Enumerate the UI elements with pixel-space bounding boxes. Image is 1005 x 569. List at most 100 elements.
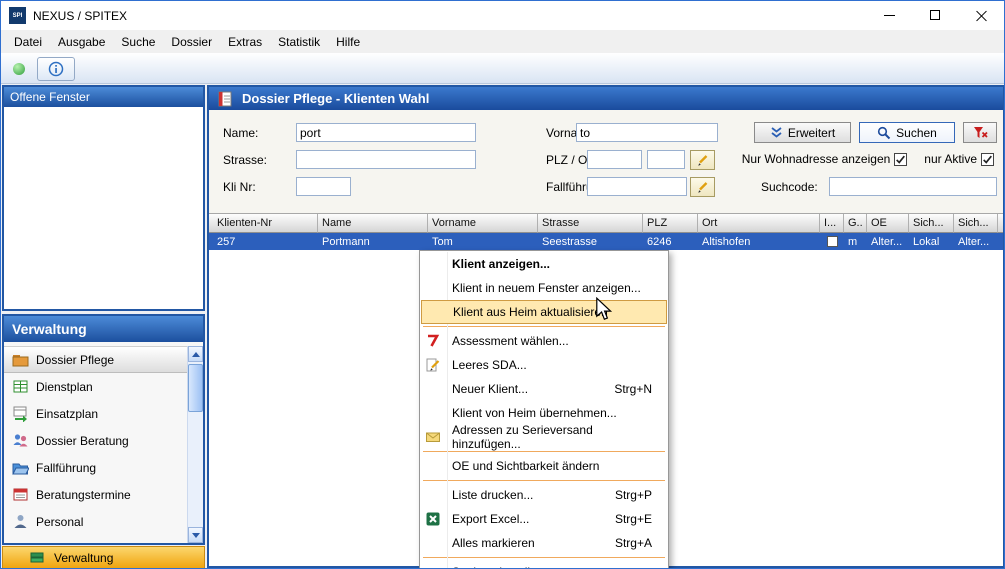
cell-oe: Alter... xyxy=(867,233,909,250)
menu-item-klient-anzeigen[interactable]: Klient anzeigen... xyxy=(420,252,668,276)
scroll-down-button[interactable] xyxy=(188,527,203,543)
menu-item-leeres-sda[interactable]: Leeres SDA... xyxy=(420,353,668,377)
erweitert-button[interactable]: Erweitert xyxy=(754,122,851,143)
vorname-input[interactable] xyxy=(576,123,718,142)
col-plz[interactable]: PLZ xyxy=(643,214,698,233)
menu-item-label: Liste drucken... xyxy=(452,488,533,502)
menu-hilfe[interactable]: Hilfe xyxy=(328,30,368,53)
fallfuehrung-input[interactable] xyxy=(587,177,687,196)
plz-input[interactable] xyxy=(587,150,642,169)
menu-item-alles-markieren[interactable]: Alles markieren Strg+A xyxy=(420,531,668,555)
strasse-input[interactable] xyxy=(296,150,476,169)
wohnadresse-checkbox[interactable] xyxy=(894,153,907,166)
verwaltung-scrollbar[interactable] xyxy=(187,346,203,543)
col-sich-1[interactable]: Sich... xyxy=(909,214,954,233)
col-g[interactable]: G.. xyxy=(844,214,867,233)
row-checkbox[interactable] xyxy=(827,236,838,247)
ort-input[interactable] xyxy=(647,150,685,169)
suchen-button[interactable]: Suchen xyxy=(859,122,955,143)
sidebar-item-label: Beratungstermine xyxy=(36,488,131,502)
assessment-icon xyxy=(425,333,441,349)
info-button[interactable] xyxy=(37,57,75,81)
kli-nr-label: Kli Nr: xyxy=(223,180,256,194)
menu-item-liste-drucken[interactable]: Liste drucken... Strg+P xyxy=(420,483,668,507)
nur-aktive-checkbox[interactable] xyxy=(981,153,994,166)
menu-item-oe-sichtbarkeit[interactable]: OE und Sichtbarkeit ändern xyxy=(420,454,668,478)
sidebar-item-beratungstermine[interactable]: Beratungstermine xyxy=(4,481,187,508)
info-icon xyxy=(48,61,64,77)
sidebar-item-label: Dossier Beratung xyxy=(36,434,129,448)
menu-item-assessment-waehlen[interactable]: Assessment wählen... xyxy=(420,329,668,353)
sidebar-item-dienstplan[interactable]: Dienstplan xyxy=(4,373,187,400)
fallfuehrung-edit-button[interactable] xyxy=(690,177,715,197)
scroll-thumb[interactable] xyxy=(188,364,203,412)
clear-filter-button[interactable] xyxy=(963,122,997,143)
cell-klienten-nr: 257 xyxy=(213,233,318,250)
name-input[interactable] xyxy=(296,123,476,142)
menu-item-export-excel[interactable]: Export Excel... Strg+E xyxy=(420,507,668,531)
plz-lookup-button[interactable] xyxy=(690,150,715,170)
strasse-label: Strasse: xyxy=(223,153,267,167)
minimize-button[interactable] xyxy=(866,1,912,29)
excel-icon xyxy=(425,511,441,527)
menu-item-neuer-klient[interactable]: Neuer Klient... Strg+N xyxy=(420,377,668,401)
cell-g: m xyxy=(844,233,867,250)
sidebar-item-dossier-beratung[interactable]: Dossier Beratung xyxy=(4,427,187,454)
menu-extras[interactable]: Extras xyxy=(220,30,270,53)
menu-shortcut: Strg+P xyxy=(615,488,662,502)
menu-item-adressen-serieversand[interactable]: Adressen zu Serieversand hinzufügen... xyxy=(420,425,668,449)
scroll-up-button[interactable] xyxy=(188,346,203,362)
page-title: Dossier Pflege - Klienten Wahl xyxy=(242,91,429,106)
col-ort[interactable]: Ort xyxy=(698,214,820,233)
col-sich-2[interactable]: Sich... xyxy=(954,214,998,233)
col-klienten-nr[interactable]: Klienten-Nr xyxy=(213,214,318,233)
menu-datei[interactable]: Datei xyxy=(6,30,50,53)
sidebar-item-einsatzplan[interactable]: Einsatzplan xyxy=(4,400,187,427)
menu-item-label: Spalteneinstellungen xyxy=(452,565,563,569)
maximize-button[interactable] xyxy=(912,1,958,29)
menu-ausgabe[interactable]: Ausgabe xyxy=(50,30,113,53)
cell-vorname: Tom xyxy=(428,233,538,250)
menu-item-klient-von-heim-uebernehmen[interactable]: Klient von Heim übernehmen... xyxy=(420,401,668,425)
verwaltung-nav-button[interactable]: Verwaltung xyxy=(2,546,205,569)
suchcode-label: Suchcode: xyxy=(761,180,818,194)
menu-item-klient-neues-fenster[interactable]: Klient in neuem Fenster anzeigen... xyxy=(420,276,668,300)
col-strasse[interactable]: Strasse xyxy=(538,214,643,233)
col-oe[interactable]: OE xyxy=(867,214,909,233)
open-windows-panel: Offene Fenster xyxy=(2,85,205,311)
menu-separator xyxy=(423,557,665,558)
menu-item-label: Alles markieren xyxy=(452,536,535,550)
cell-sich-1: Lokal xyxy=(909,233,954,250)
menu-statistik[interactable]: Statistik xyxy=(270,30,328,53)
close-button[interactable] xyxy=(958,1,1004,29)
verwaltung-panel: Verwaltung Dossier Pflege Dienstplan E xyxy=(2,314,205,545)
menu-dossier[interactable]: Dossier xyxy=(163,30,220,53)
sidebar-item-fallfuehrung[interactable]: Fallführung xyxy=(4,454,187,481)
menu-item-label: Klient in neuem Fenster anzeigen... xyxy=(452,281,641,295)
menu-item-klient-aus-heim-aktualisieren[interactable]: Klient aus Heim aktualisieren xyxy=(421,300,667,324)
suchcode-input[interactable] xyxy=(829,177,997,196)
cell-i-checkbox[interactable] xyxy=(820,233,844,250)
connect-button[interactable] xyxy=(9,59,29,79)
dienstplan-icon xyxy=(12,378,29,395)
chevron-double-down-icon xyxy=(770,127,783,139)
col-vorname[interactable]: Vorname xyxy=(428,214,538,233)
kli-nr-input[interactable] xyxy=(296,177,351,196)
open-windows-header: Offene Fenster xyxy=(4,87,203,107)
cell-strasse: Seestrasse xyxy=(538,233,643,250)
table-row[interactable]: 257 Portmann Tom Seestrasse 6246 Altisho… xyxy=(209,233,1003,250)
cell-sich-2: Alter... xyxy=(954,233,998,250)
sidebar-item-personal[interactable]: Personal xyxy=(4,508,187,535)
menu-item-spalteneinstellungen[interactable]: Spalteneinstellungen xyxy=(420,560,668,569)
dossier-pflege-icon xyxy=(12,351,29,368)
erweitert-label: Erweitert xyxy=(788,126,835,140)
menu-item-label: Export Excel... xyxy=(452,512,529,526)
toolbar xyxy=(1,53,1004,84)
personal-icon xyxy=(12,513,29,530)
menu-suche[interactable]: Suche xyxy=(113,30,163,53)
col-i[interactable]: I... xyxy=(820,214,844,233)
mouse-cursor xyxy=(595,297,613,326)
sidebar-item-dossier-pflege[interactable]: Dossier Pflege xyxy=(4,346,187,373)
menu-item-label: Leeres SDA... xyxy=(452,358,527,372)
col-name[interactable]: Name xyxy=(318,214,428,233)
